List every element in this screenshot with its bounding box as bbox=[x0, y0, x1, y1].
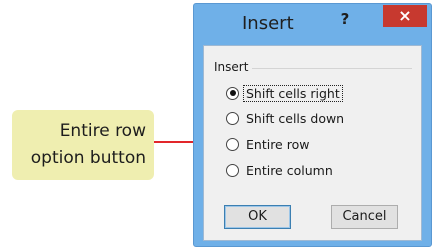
callout-line-1: Entire row bbox=[59, 121, 146, 141]
radio-shift-cells-down[interactable]: Shift cells down bbox=[226, 108, 346, 128]
radio-circle[interactable] bbox=[226, 137, 239, 151]
radio-circle[interactable] bbox=[226, 163, 239, 177]
dialog-body: Insert Shift cells right Shift cells dow… bbox=[203, 45, 422, 241]
dialog-titlebar[interactable]: Insert ? × bbox=[194, 4, 431, 42]
radio-circle[interactable] bbox=[226, 111, 239, 125]
insert-dialog: Insert ? × Insert Shift cells right Shif… bbox=[193, 3, 432, 247]
radio-label-entire-row[interactable]: Entire row bbox=[244, 137, 311, 152]
radio-entire-column[interactable]: Entire column bbox=[226, 160, 335, 180]
close-button[interactable]: × bbox=[383, 5, 427, 27]
dialog-title: Insert bbox=[242, 13, 294, 34]
radio-circle[interactable] bbox=[226, 86, 239, 100]
radio-label-shift-cells-right[interactable]: Shift cells right bbox=[243, 84, 343, 102]
callout-line-2: option button bbox=[30, 148, 146, 168]
insert-group-label: Insert bbox=[214, 60, 253, 74]
group-divider bbox=[252, 68, 412, 69]
callout-box: Entire row option button bbox=[12, 110, 154, 180]
cancel-button[interactable]: Cancel bbox=[331, 205, 398, 229]
radio-shift-cells-right[interactable]: Shift cells right bbox=[226, 83, 343, 103]
help-icon[interactable]: ? bbox=[337, 10, 353, 28]
ok-button[interactable]: OK bbox=[224, 205, 291, 229]
radio-label-entire-column[interactable]: Entire column bbox=[244, 163, 335, 178]
radio-entire-row[interactable]: Entire row bbox=[226, 134, 311, 154]
radio-label-shift-cells-down[interactable]: Shift cells down bbox=[244, 111, 346, 126]
radio-selected-dot bbox=[229, 90, 236, 96]
